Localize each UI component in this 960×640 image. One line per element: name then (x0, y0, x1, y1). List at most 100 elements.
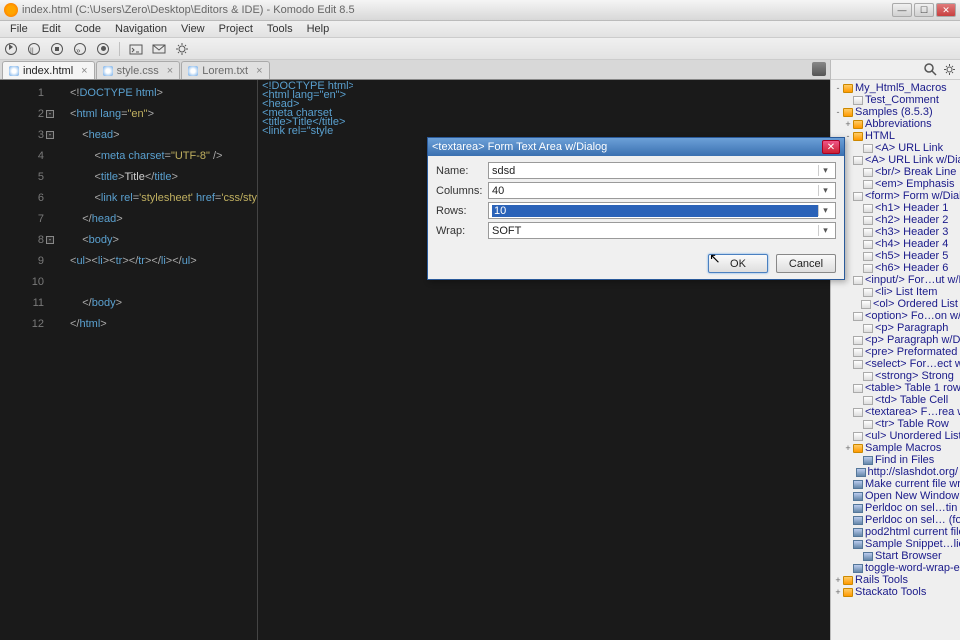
close-window-button[interactable]: ✕ (936, 3, 956, 17)
tree-item[interactable]: <h3> Header 3 (831, 226, 960, 238)
stop-button[interactable] (50, 42, 64, 56)
tree-item[interactable]: <form> Form w/Dialog (831, 190, 960, 202)
columns-input[interactable]: 40▾ (488, 182, 836, 199)
tree-item[interactable]: <h5> Header 5 (831, 250, 960, 262)
tree-item[interactable]: <ul> Unordered List (831, 430, 960, 442)
menu-navigation[interactable]: Navigation (109, 21, 173, 37)
tree-item[interactable]: <p> Paragraph w/Dialog (831, 334, 960, 346)
maximize-button[interactable]: ☐ (914, 3, 934, 17)
file-icon (853, 432, 863, 441)
close-tab-icon[interactable]: × (81, 65, 87, 77)
tree-twisty[interactable]: - (833, 107, 843, 117)
tree-twisty[interactable]: - (833, 83, 843, 93)
minimize-button[interactable]: — (892, 3, 912, 17)
tree-item[interactable]: <br/> Break Line (831, 166, 960, 178)
settings-button[interactable] (175, 42, 189, 56)
tree-item[interactable]: <h1> Header 1 (831, 202, 960, 214)
code-area[interactable]: <!DOCTYPE html> <html lang="en"> <head> … (52, 80, 257, 640)
tree-item[interactable]: <input/> For…ut w/Dialog (831, 274, 960, 286)
tree-item[interactable]: Test_Comment (831, 94, 960, 106)
menu-edit[interactable]: Edit (36, 21, 67, 37)
tab-Lorem-txt[interactable]: Lorem.txt× (181, 61, 269, 79)
menu-project[interactable]: Project (213, 21, 259, 37)
tree-twisty[interactable]: + (843, 443, 853, 453)
dropdown-arrow-icon[interactable]: ▾ (818, 225, 832, 236)
tree-item[interactable]: Open New Window (831, 490, 960, 502)
dropdown-arrow-icon[interactable]: ▾ (818, 165, 832, 176)
tree-item[interactable]: +Abbreviations (831, 118, 960, 130)
menu-tools[interactable]: Tools (261, 21, 299, 37)
console-button[interactable] (129, 42, 143, 56)
menu-code[interactable]: Code (69, 21, 107, 37)
tree-item[interactable]: <tr> Table Row (831, 418, 960, 430)
tab-list-button[interactable] (812, 62, 826, 76)
fold-toggle[interactable]: - (46, 110, 54, 118)
rows-input[interactable]: 10▾ (488, 202, 836, 219)
tree-item[interactable]: +Stackato Tools (831, 586, 960, 598)
tree-item[interactable]: Start Browser (831, 550, 960, 562)
tree-item[interactable]: <option> Fo…on w/Dialog (831, 310, 960, 322)
tree-item[interactable]: Make current file writeable (831, 478, 960, 490)
tree-item[interactable]: <pre> Preformated Text (831, 346, 960, 358)
tree-item[interactable]: <A> URL Link w/Dialog (831, 154, 960, 166)
menu-view[interactable]: View (175, 21, 211, 37)
ok-button[interactable]: OK (708, 254, 768, 273)
tree-item[interactable]: <p> Paragraph (831, 322, 960, 334)
tree-item[interactable]: <table> Table 1 row 1 col (831, 382, 960, 394)
minimap[interactable]: <!DOCTYPE html><html lang="en"> <head> <… (257, 80, 353, 640)
tree-item[interactable]: <textarea> F…rea w/Dialog (831, 406, 960, 418)
tree-item[interactable]: <li> List Item (831, 286, 960, 298)
tree-item[interactable]: <A> URL Link (831, 142, 960, 154)
tree-item[interactable]: <select> For…ect w/Dialog (831, 358, 960, 370)
record-button[interactable] (96, 42, 110, 56)
tree-item[interactable]: pod2html current file (831, 526, 960, 538)
tree-item[interactable]: Perldoc on sel… (for modules) (831, 514, 960, 526)
snippet-tree[interactable]: -My_Html5_MacrosTest_Comment-Samples (8.… (831, 80, 960, 640)
tree-item[interactable]: <strong> Strong (831, 370, 960, 382)
tree-item[interactable]: <td> Table Cell (831, 394, 960, 406)
tree-item[interactable]: <h4> Header 4 (831, 238, 960, 250)
tree-twisty[interactable]: + (833, 575, 843, 585)
tree-item[interactable]: http://slashdot.org/ (831, 466, 960, 478)
fold-toggle[interactable]: - (46, 131, 54, 139)
tree-item[interactable]: -HTML (831, 130, 960, 142)
tree-item[interactable]: +Rails Tools (831, 574, 960, 586)
dialog-title-bar[interactable]: <textarea> Form Text Area w/Dialog ✕ (428, 138, 844, 156)
dropdown-arrow-icon[interactable]: ▾ (818, 205, 832, 216)
cancel-button[interactable]: Cancel (776, 254, 836, 273)
tree-item[interactable]: toggle-word-wrap-edit (831, 562, 960, 574)
tree-item[interactable]: <h2> Header 2 (831, 214, 960, 226)
fold-toggle[interactable]: - (46, 236, 54, 244)
tree-twisty[interactable]: + (843, 119, 853, 129)
step-over-button[interactable] (73, 42, 87, 56)
file-icon (863, 288, 873, 297)
tab-index-html[interactable]: index.html× (2, 61, 95, 79)
menu-help[interactable]: Help (301, 21, 336, 37)
gear-icon[interactable] (943, 63, 956, 76)
tree-item[interactable]: -My_Html5_Macros (831, 82, 960, 94)
tree-item[interactable]: -Samples (8.5.3) (831, 106, 960, 118)
tree-item[interactable]: <ol> Ordered List (831, 298, 960, 310)
tree-item[interactable]: +Sample Macros (831, 442, 960, 454)
tree-item[interactable]: Perldoc on sel…tin functions) (831, 502, 960, 514)
wrap-input[interactable]: SOFT▾ (488, 222, 836, 239)
file-icon (853, 348, 863, 357)
tree-item[interactable]: <em> Emphasis (831, 178, 960, 190)
tree-item[interactable]: <h6> Header 6 (831, 262, 960, 274)
tree-label: <h2> Header 2 (875, 214, 948, 226)
tree-twisty[interactable]: + (833, 587, 843, 597)
menu-file[interactable]: File (4, 21, 34, 37)
search-icon[interactable] (924, 63, 937, 76)
tree-item[interactable]: Find in Files (831, 454, 960, 466)
play-button[interactable] (4, 42, 18, 56)
dialog-close-button[interactable]: ✕ (822, 140, 840, 154)
tree-label: HTML (865, 130, 895, 142)
tree-item[interactable]: Sample Snippet…lick to Insert (831, 538, 960, 550)
pause-button[interactable] (27, 42, 41, 56)
tab-style-css[interactable]: style.css× (96, 61, 181, 79)
mail-button[interactable] (152, 42, 166, 56)
close-tab-icon[interactable]: × (256, 65, 262, 77)
name-input[interactable]: sdsd▾ (488, 162, 836, 179)
dropdown-arrow-icon[interactable]: ▾ (818, 185, 832, 196)
close-tab-icon[interactable]: × (167, 65, 173, 77)
